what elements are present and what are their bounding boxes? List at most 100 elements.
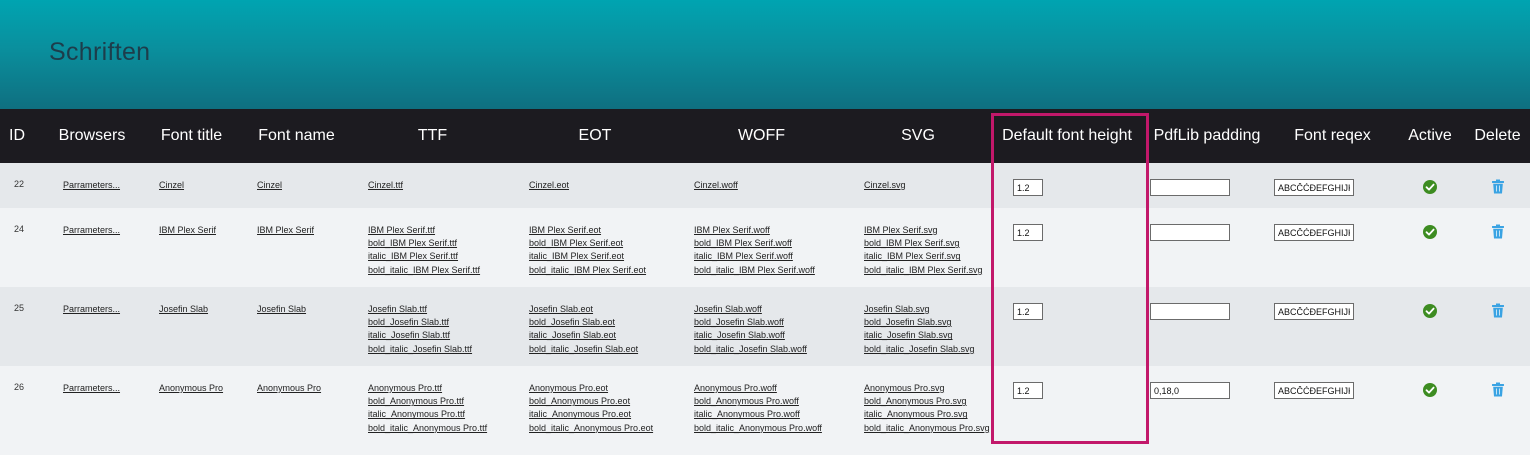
col-header-delete[interactable]: Delete (1465, 109, 1530, 163)
col-header-pdflib-padding[interactable]: PdfLib padding (1144, 109, 1270, 163)
font-name-link[interactable]: Anonymous Pro (257, 382, 352, 395)
svg-file-link[interactable]: bold_italic_Josefin Slab.svg (864, 343, 990, 356)
svg-file-link[interactable]: bold_IBM Plex Serif.svg (864, 237, 990, 250)
browsers-parameters-link[interactable]: Parrameters... (63, 179, 142, 192)
cell-font-name: IBM Plex Serif (241, 208, 352, 287)
font-name-link[interactable]: Josefin Slab (257, 303, 352, 316)
pdflib-padding-input[interactable] (1150, 179, 1230, 196)
default-font-height-input[interactable] (1013, 224, 1043, 241)
eot-file-link[interactable]: italic_Josefin Slab.eot (529, 329, 677, 342)
ttf-file-link[interactable]: Anonymous Pro.ttf (368, 382, 513, 395)
woff-file-link[interactable]: bold_italic_IBM Plex Serif.woff (694, 264, 846, 277)
cell-svg: Josefin Slab.svg bold_Josefin Slab.svg ita… (846, 287, 990, 366)
font-title-link[interactable]: Josefin Slab (159, 303, 241, 316)
eot-file-link[interactable]: bold_Josefin Slab.eot (529, 316, 677, 329)
eot-file-link[interactable]: italic_Anonymous Pro.eot (529, 408, 677, 421)
svg-file-link[interactable]: IBM Plex Serif.svg (864, 224, 990, 237)
eot-file-link[interactable]: italic_IBM Plex Serif.eot (529, 250, 677, 263)
col-header-eot[interactable]: EOT (513, 109, 677, 163)
ttf-file-link[interactable]: bold_IBM Plex Serif.ttf (368, 237, 513, 250)
trash-icon[interactable] (1491, 303, 1505, 318)
woff-file-link[interactable]: IBM Plex Serif.woff (694, 224, 846, 237)
col-header-font-title[interactable]: Font title (142, 109, 241, 163)
svg-file-link[interactable]: italic_IBM Plex Serif.svg (864, 250, 990, 263)
svg-file-link[interactable]: Anonymous Pro.svg (864, 382, 990, 395)
svg-file-link[interactable]: bold_Anonymous Pro.svg (864, 395, 990, 408)
col-header-svg[interactable]: SVG (846, 109, 990, 163)
cell-woff: Anonymous Pro.woff bold_Anonymous Pro.wof… (677, 366, 846, 455)
trash-icon[interactable] (1491, 382, 1505, 397)
svg-file-link[interactable]: Josefin Slab.svg (864, 303, 990, 316)
font-name-link[interactable]: Cinzel (257, 179, 352, 192)
svg-file-link[interactable]: Cinzel.svg (864, 179, 990, 192)
browsers-parameters-link[interactable]: Parrameters... (63, 382, 142, 395)
woff-file-link[interactable]: bold_italic_Josefin Slab.woff (694, 343, 846, 356)
eot-file-link[interactable]: bold_IBM Plex Serif.eot (529, 237, 677, 250)
ttf-file-link[interactable]: bold_italic_Anonymous Pro.ttf (368, 422, 513, 435)
default-font-height-input[interactable] (1013, 382, 1043, 399)
ttf-file-link[interactable]: Josefin Slab.ttf (368, 303, 513, 316)
col-header-font-name[interactable]: Font name (241, 109, 352, 163)
font-regex-input[interactable] (1274, 224, 1354, 241)
ttf-file-link[interactable]: bold_italic_IBM Plex Serif.ttf (368, 264, 513, 277)
font-title-link[interactable]: Cinzel (159, 179, 241, 192)
eot-file-link[interactable]: Cinzel.eot (529, 179, 677, 192)
pdflib-padding-input[interactable] (1150, 224, 1230, 241)
pdflib-padding-input[interactable] (1150, 382, 1230, 399)
woff-file-link[interactable]: italic_IBM Plex Serif.woff (694, 250, 846, 263)
pdflib-padding-input[interactable] (1150, 303, 1230, 320)
woff-file-link[interactable]: bold_italic_Anonymous Pro.woff (694, 422, 846, 435)
col-header-id[interactable]: ID (0, 109, 42, 163)
woff-file-link[interactable]: italic_Anonymous Pro.woff (694, 408, 846, 421)
eot-file-link[interactable]: Anonymous Pro.eot (529, 382, 677, 395)
eot-file-link[interactable]: bold_italic_IBM Plex Serif.eot (529, 264, 677, 277)
check-circle-icon[interactable] (1423, 383, 1437, 397)
ttf-file-link[interactable]: bold_Anonymous Pro.ttf (368, 395, 513, 408)
eot-file-link[interactable]: Josefin Slab.eot (529, 303, 677, 316)
browsers-parameters-link[interactable]: Parrameters... (63, 224, 142, 237)
col-header-ttf[interactable]: TTF (352, 109, 513, 163)
col-header-browsers[interactable]: Browsers (42, 109, 142, 163)
font-name-link[interactable]: IBM Plex Serif (257, 224, 352, 237)
woff-file-link[interactable]: bold_Josefin Slab.woff (694, 316, 846, 329)
col-header-woff[interactable]: WOFF (677, 109, 846, 163)
default-font-height-input[interactable] (1013, 303, 1043, 320)
ttf-file-link[interactable]: IBM Plex Serif.ttf (368, 224, 513, 237)
eot-file-link[interactable]: bold_italic_Josefin Slab.eot (529, 343, 677, 356)
eot-file-link[interactable]: IBM Plex Serif.eot (529, 224, 677, 237)
svg-file-link[interactable]: bold_italic_IBM Plex Serif.svg (864, 264, 990, 277)
check-circle-icon[interactable] (1423, 180, 1437, 194)
ttf-file-link[interactable]: italic_Josefin Slab.ttf (368, 329, 513, 342)
check-circle-icon[interactable] (1423, 304, 1437, 318)
ttf-file-link[interactable]: italic_IBM Plex Serif.ttf (368, 250, 513, 263)
svg-file-link[interactable]: italic_Anonymous Pro.svg (864, 408, 990, 421)
svg-file-link[interactable]: bold_italic_Anonymous Pro.svg (864, 422, 990, 435)
ttf-file-link[interactable]: bold_italic_Josefin Slab.ttf (368, 343, 513, 356)
col-header-font-regex[interactable]: Font reqex (1270, 109, 1395, 163)
font-regex-input[interactable] (1274, 382, 1354, 399)
font-title-link[interactable]: IBM Plex Serif (159, 224, 241, 237)
browsers-parameters-link[interactable]: Parrameters... (63, 303, 142, 316)
check-circle-icon[interactable] (1423, 225, 1437, 239)
trash-icon[interactable] (1491, 224, 1505, 239)
woff-file-link[interactable]: Josefin Slab.woff (694, 303, 846, 316)
font-regex-input[interactable] (1274, 303, 1354, 320)
ttf-file-link[interactable]: bold_Josefin Slab.ttf (368, 316, 513, 329)
svg-file-link[interactable]: bold_Josefin Slab.svg (864, 316, 990, 329)
woff-file-link[interactable]: bold_Anonymous Pro.woff (694, 395, 846, 408)
eot-file-link[interactable]: bold_italic_Anonymous Pro.eot (529, 422, 677, 435)
woff-file-link[interactable]: Cinzel.woff (694, 179, 846, 192)
svg-file-link[interactable]: italic_Josefin Slab.svg (864, 329, 990, 342)
woff-file-link[interactable]: italic_Josefin Slab.woff (694, 329, 846, 342)
eot-file-link[interactable]: bold_Anonymous Pro.eot (529, 395, 677, 408)
trash-icon[interactable] (1491, 179, 1505, 194)
ttf-file-link[interactable]: italic_Anonymous Pro.ttf (368, 408, 513, 421)
font-regex-input[interactable] (1274, 179, 1354, 196)
ttf-file-link[interactable]: Cinzel.ttf (368, 179, 513, 192)
woff-file-link[interactable]: bold_IBM Plex Serif.woff (694, 237, 846, 250)
woff-file-link[interactable]: Anonymous Pro.woff (694, 382, 846, 395)
font-title-link[interactable]: Anonymous Pro (159, 382, 241, 395)
col-header-active[interactable]: Active (1395, 109, 1465, 163)
default-font-height-input[interactable] (1013, 179, 1043, 196)
col-header-default-font-height[interactable]: Default font height (990, 109, 1144, 163)
